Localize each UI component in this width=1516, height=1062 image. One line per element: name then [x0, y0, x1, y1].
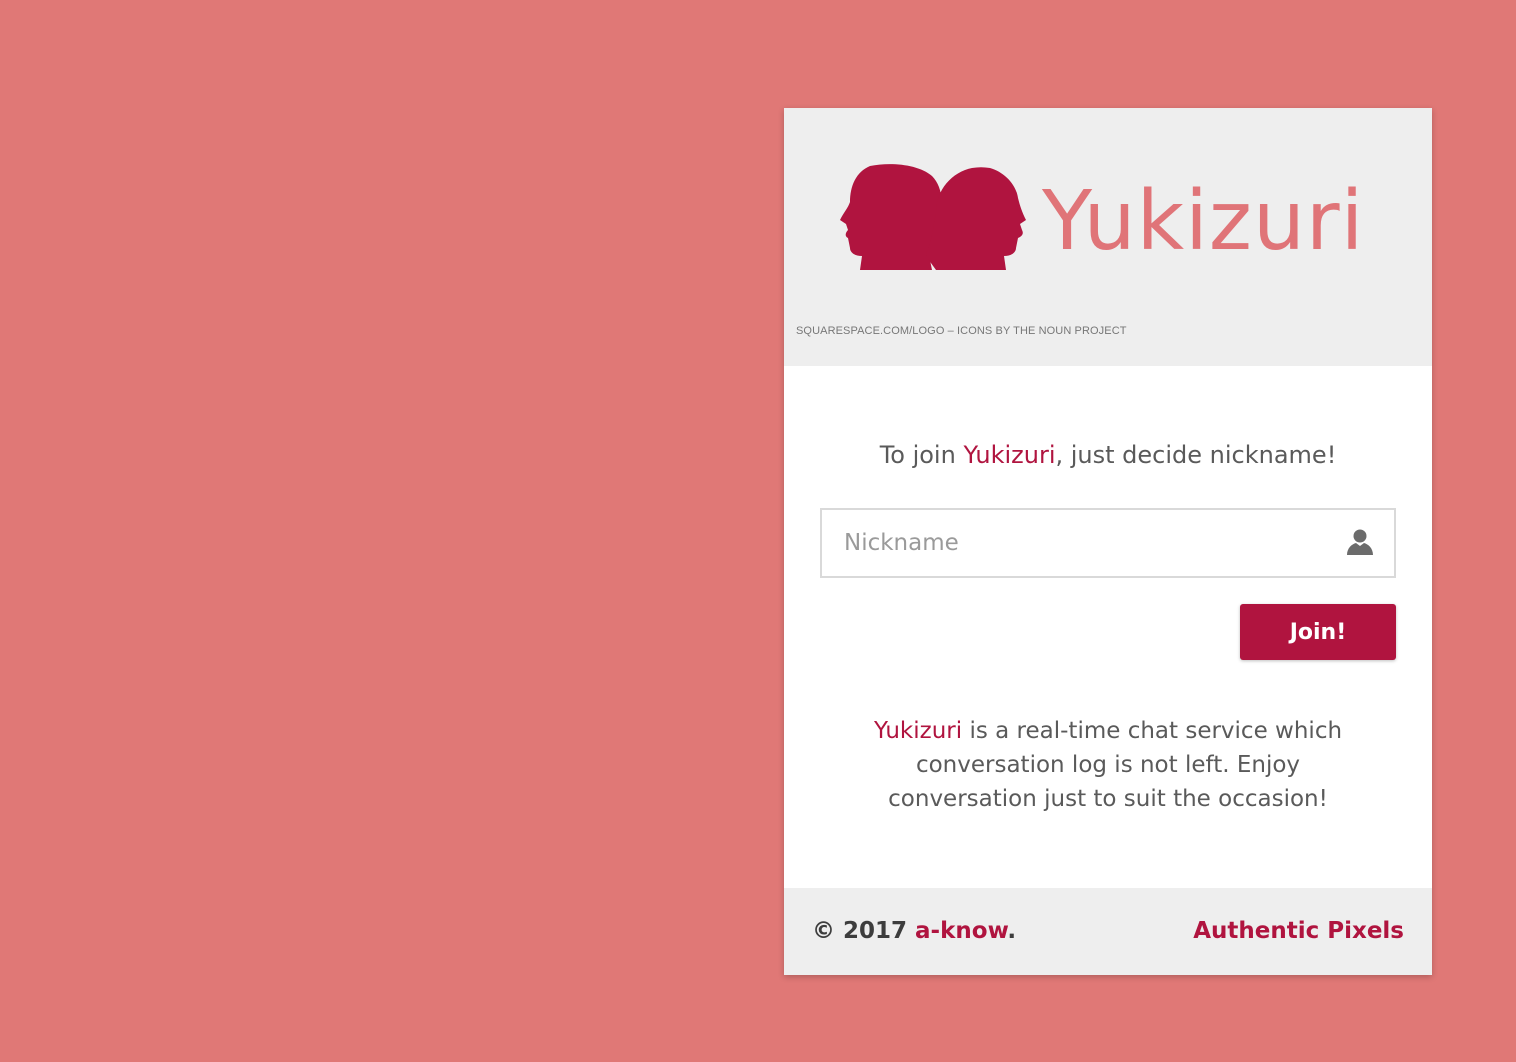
copyright: © 2017 a-know.	[812, 914, 1016, 948]
description-brand: Yukizuri	[873, 718, 963, 744]
logo-credit: SQUARESPACE.COM/LOGO – ICONS BY THE NOUN…	[796, 325, 1127, 337]
footer: © 2017 a-know. Authentic Pixels	[784, 888, 1432, 975]
two-heads-logo-icon	[840, 164, 1026, 270]
intro-suffix: , just decide nickname!	[1055, 441, 1337, 469]
service-description: Yukizuri is a real-time chat service whi…	[848, 714, 1368, 816]
join-button[interactable]: Join!	[1240, 604, 1396, 660]
logo-wordmark: Yukizuri	[1042, 174, 1365, 269]
login-card: Yukizuri SQUARESPACE.COM/LOGO – ICONS BY…	[784, 108, 1432, 975]
copyright-suffix: .	[1007, 918, 1017, 944]
intro-text: To join Yukizuri, just decide nickname!	[784, 438, 1432, 472]
user-icon	[1347, 529, 1373, 555]
author-link[interactable]: a-know	[915, 918, 1007, 944]
intro-prefix: To join	[879, 441, 964, 469]
nickname-input[interactable]	[822, 510, 1334, 576]
nickname-field	[820, 508, 1396, 578]
copyright-prefix: © 2017	[812, 918, 916, 944]
logo-header: Yukizuri SQUARESPACE.COM/LOGO – ICONS BY…	[784, 108, 1432, 366]
authentic-pixels-link[interactable]: Authentic Pixels	[1193, 914, 1404, 948]
intro-brand: Yukizuri	[963, 441, 1056, 469]
